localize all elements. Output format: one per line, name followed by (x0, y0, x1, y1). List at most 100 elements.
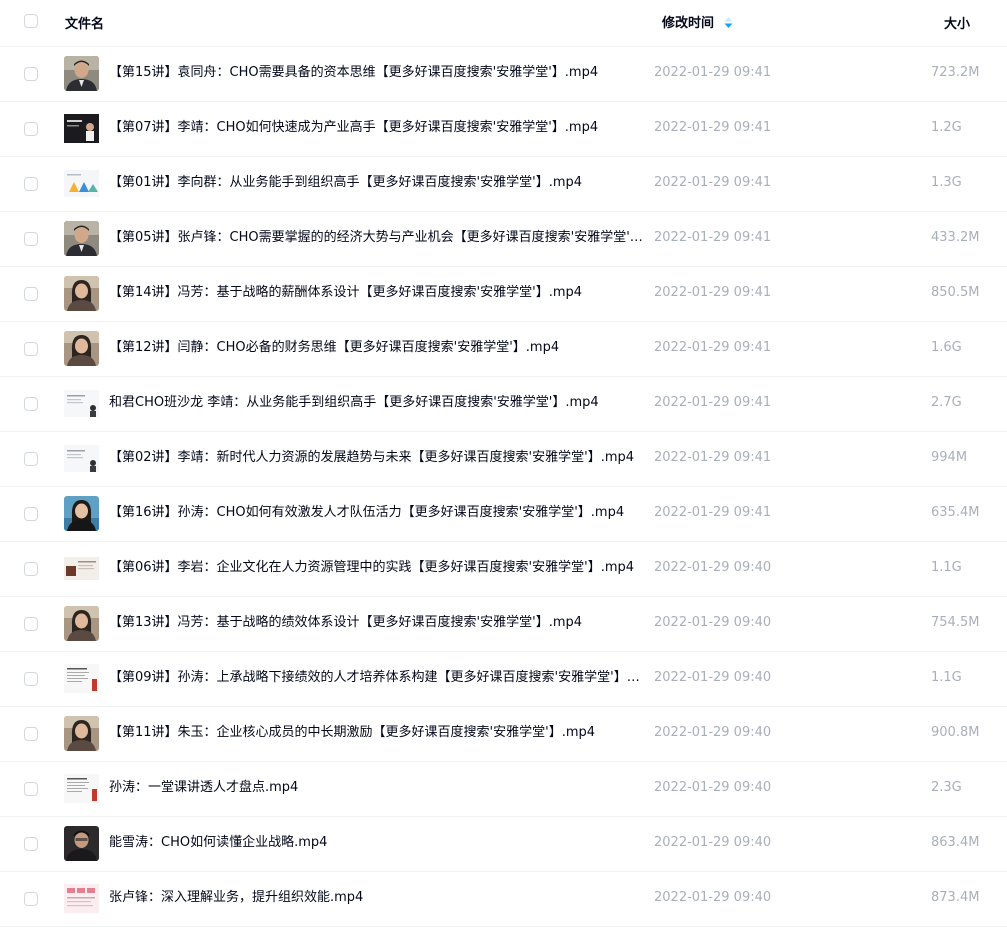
video-thumbnail[interactable] (64, 661, 99, 696)
file-size: 723.2M (931, 65, 980, 80)
row-checkbox[interactable] (24, 287, 38, 301)
video-thumbnail[interactable] (64, 881, 99, 916)
file-size: 863.4M (931, 835, 980, 850)
file-modified-time: 2022-01-29 09:41 (654, 450, 772, 465)
row-checkbox[interactable] (24, 837, 38, 851)
row-checkbox[interactable] (24, 232, 38, 246)
file-row[interactable]: 【第13讲】冯芳：基于战略的绩效体系设计【更多好课百度搜索'安雅学堂'】.mp4… (0, 597, 1007, 652)
file-row[interactable]: 【第16讲】孙涛：CHO如何有效激发人才队伍活力【更多好课百度搜索'安雅学堂'】… (0, 487, 1007, 542)
column-header-name[interactable]: 文件名 (65, 13, 104, 32)
row-checkbox[interactable] (24, 342, 38, 356)
file-name[interactable]: 【第11讲】朱玉：企业核心成员的中长期激励【更多好课百度搜索'安雅学堂'】.mp… (109, 724, 643, 742)
file-name[interactable]: 【第16讲】孙涛：CHO如何有效激发人才队伍活力【更多好课百度搜索'安雅学堂'】… (109, 504, 643, 522)
row-checkbox[interactable] (24, 727, 38, 741)
file-size: 1.3G (931, 175, 962, 190)
row-checkbox[interactable] (24, 67, 38, 81)
row-checkbox[interactable] (24, 507, 38, 521)
file-size: 754.5M (931, 615, 980, 630)
video-thumbnail[interactable] (64, 826, 99, 861)
sort-descending-icon[interactable] (724, 17, 733, 28)
row-checkbox[interactable] (24, 397, 38, 411)
file-row[interactable]: 【第09讲】孙涛：上承战略下接绩效的人才培养体系构建【更多好课百度搜索'安雅学堂… (0, 652, 1007, 707)
file-row[interactable]: 孙涛：一堂课讲透人才盘点.mp4 2022-01-29 09:40 2.3G (0, 762, 1007, 817)
file-modified-time: 2022-01-29 09:41 (654, 340, 772, 355)
list-header: 文件名 修改时间 大小 (0, 0, 1007, 47)
row-checkbox[interactable] (24, 617, 38, 631)
video-thumbnail[interactable] (64, 276, 99, 311)
file-row[interactable]: 【第15讲】袁同舟：CHO需要具备的资本思维【更多好课百度搜索'安雅学堂'】.m… (0, 47, 1007, 102)
video-thumbnail[interactable] (64, 606, 99, 641)
file-name[interactable]: 能雪涛：CHO如何读懂企业战略.mp4 (109, 834, 643, 852)
file-rows: 【第15讲】袁同舟：CHO需要具备的资本思维【更多好课百度搜索'安雅学堂'】.m… (0, 47, 1007, 927)
file-modified-time: 2022-01-29 09:40 (654, 725, 772, 740)
video-thumbnail[interactable] (64, 56, 99, 91)
file-modified-time: 2022-01-29 09:41 (654, 285, 772, 300)
video-thumbnail[interactable] (64, 111, 99, 146)
video-thumbnail[interactable] (64, 441, 99, 476)
file-size: 900.8M (931, 725, 980, 740)
row-checkbox[interactable] (24, 452, 38, 466)
video-thumbnail[interactable] (64, 496, 99, 531)
row-checkbox[interactable] (24, 122, 38, 136)
file-size: 873.4M (931, 890, 980, 905)
video-thumbnail[interactable] (64, 386, 99, 421)
file-modified-time: 2022-01-29 09:41 (654, 120, 772, 135)
file-list: 文件名 修改时间 大小 【第15讲】袁同舟：CHO需要具备的资本思维【更多好课百… (0, 0, 1007, 927)
file-size: 1.1G (931, 560, 962, 575)
file-name[interactable]: 和君CHO班沙龙 李靖：从业务能手到组织高手【更多好课百度搜索'安雅学堂'】.m… (109, 394, 643, 412)
file-name[interactable]: 【第05讲】张卢锋：CHO需要掌握的的经济大势与产业机会【更多好课百度搜索'安雅… (109, 229, 643, 247)
file-row[interactable]: 【第07讲】李靖：CHO如何快速成为产业高手【更多好课百度搜索'安雅学堂'】.m… (0, 102, 1007, 157)
file-name[interactable]: 【第14讲】冯芳：基于战略的薪酬体系设计【更多好课百度搜索'安雅学堂'】.mp4 (109, 284, 643, 302)
file-row[interactable]: 能雪涛：CHO如何读懂企业战略.mp4 2022-01-29 09:40 863.4… (0, 817, 1007, 872)
row-checkbox[interactable] (24, 177, 38, 191)
row-checkbox[interactable] (24, 892, 38, 906)
file-row[interactable]: 和君CHO班沙龙 李靖：从业务能手到组织高手【更多好课百度搜索'安雅学堂'】.m… (0, 377, 1007, 432)
file-row[interactable]: 【第02讲】李靖：新时代人力资源的发展趋势与未来【更多好课百度搜索'安雅学堂'】… (0, 432, 1007, 487)
row-checkbox[interactable] (24, 782, 38, 796)
row-checkbox[interactable] (24, 562, 38, 576)
file-modified-time: 2022-01-29 09:41 (654, 65, 772, 80)
file-name[interactable]: 【第06讲】李岩：企业文化在人力资源管理中的实践【更多好课百度搜索'安雅学堂'】… (109, 559, 643, 577)
video-thumbnail[interactable] (64, 716, 99, 751)
column-header-size[interactable]: 大小 (944, 13, 970, 32)
video-thumbnail[interactable] (64, 771, 99, 806)
file-size: 635.4M (931, 505, 980, 520)
file-row[interactable]: 【第01讲】李向群：从业务能手到组织高手【更多好课百度搜索'安雅学堂'】.mp4… (0, 157, 1007, 212)
file-row[interactable]: 【第12讲】闫静：CHO必备的财务思维【更多好课百度搜索'安雅学堂'】.mp4 2… (0, 322, 1007, 377)
file-name[interactable]: 孙涛：一堂课讲透人才盘点.mp4 (109, 779, 643, 797)
file-name[interactable]: 【第07讲】李靖：CHO如何快速成为产业高手【更多好课百度搜索'安雅学堂'】.m… (109, 119, 643, 137)
column-header-time[interactable]: 修改时间 (662, 12, 733, 31)
file-size: 1.2G (931, 120, 962, 135)
video-thumbnail[interactable] (64, 166, 99, 201)
file-modified-time: 2022-01-29 09:40 (654, 890, 772, 905)
video-thumbnail[interactable] (64, 331, 99, 366)
file-row[interactable]: 【第14讲】冯芳：基于战略的薪酬体系设计【更多好课百度搜索'安雅学堂'】.mp4… (0, 267, 1007, 322)
file-row[interactable]: 【第06讲】李岩：企业文化在人力资源管理中的实践【更多好课百度搜索'安雅学堂'】… (0, 542, 1007, 597)
select-all-checkbox[interactable] (24, 14, 38, 28)
file-modified-time: 2022-01-29 09:41 (654, 395, 772, 410)
row-checkbox[interactable] (24, 672, 38, 686)
column-header-time-label: 修改时间 (662, 16, 715, 31)
video-thumbnail[interactable] (64, 551, 99, 586)
file-modified-time: 2022-01-29 09:40 (654, 670, 772, 685)
file-size: 2.3G (931, 780, 962, 795)
file-row[interactable]: 【第05讲】张卢锋：CHO需要掌握的的经济大势与产业机会【更多好课百度搜索'安雅… (0, 212, 1007, 267)
file-modified-time: 2022-01-29 09:41 (654, 175, 772, 190)
file-size: 1.1G (931, 670, 962, 685)
file-name[interactable]: 张卢锋：深入理解业务，提升组织效能.mp4 (109, 889, 643, 907)
file-row[interactable]: 张卢锋：深入理解业务，提升组织效能.mp4 2022-01-29 09:40 873… (0, 872, 1007, 927)
file-modified-time: 2022-01-29 09:40 (654, 615, 772, 630)
file-name[interactable]: 【第09讲】孙涛：上承战略下接绩效的人才培养体系构建【更多好课百度搜索'安雅学堂… (109, 669, 643, 687)
file-size: 850.5M (931, 285, 980, 300)
file-name[interactable]: 【第02讲】李靖：新时代人力资源的发展趋势与未来【更多好课百度搜索'安雅学堂'】… (109, 449, 643, 467)
file-name[interactable]: 【第15讲】袁同舟：CHO需要具备的资本思维【更多好课百度搜索'安雅学堂'】.m… (109, 64, 643, 82)
file-size: 2.7G (931, 395, 962, 410)
file-name[interactable]: 【第01讲】李向群：从业务能手到组织高手【更多好课百度搜索'安雅学堂'】.mp4 (109, 174, 643, 192)
file-row[interactable]: 【第11讲】朱玉：企业核心成员的中长期激励【更多好课百度搜索'安雅学堂'】.mp… (0, 707, 1007, 762)
file-name[interactable]: 【第12讲】闫静：CHO必备的财务思维【更多好课百度搜索'安雅学堂'】.mp4 (109, 339, 643, 357)
video-thumbnail[interactable] (64, 221, 99, 256)
file-name[interactable]: 【第13讲】冯芳：基于战略的绩效体系设计【更多好课百度搜索'安雅学堂'】.mp4 (109, 614, 643, 632)
file-size: 433.2M (931, 230, 980, 245)
file-modified-time: 2022-01-29 09:41 (654, 505, 772, 520)
file-modified-time: 2022-01-29 09:40 (654, 835, 772, 850)
